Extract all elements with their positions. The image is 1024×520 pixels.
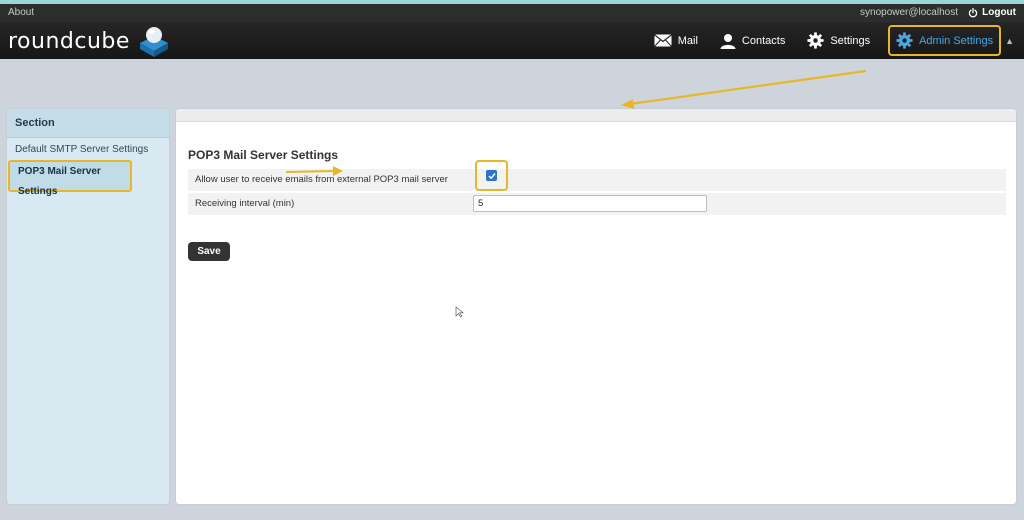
nav-settings-label: Settings	[830, 34, 871, 47]
panel-header-strip	[176, 109, 1016, 122]
nav-admin-settings[interactable]: Admin Settings	[888, 25, 1002, 56]
nav-settings[interactable]: Settings	[803, 22, 874, 59]
nav-contacts[interactable]: Contacts	[716, 22, 789, 59]
main-nav: Mail Contacts Settings Admin Settings ▲	[636, 22, 1014, 59]
about-link[interactable]: About	[8, 7, 34, 18]
nav-caret-icon[interactable]: ▲	[1005, 36, 1014, 46]
logout-button[interactable]: Logout	[968, 7, 1016, 18]
mail-icon	[653, 34, 672, 47]
allow-pop3-row: Allow user to receive emails from extern…	[188, 160, 1006, 191]
annotation-arrow-long	[629, 69, 867, 106]
settings-panel: POP3 Mail Server Settings Allow user to …	[176, 109, 1016, 504]
allow-pop3-label: Allow user to receive emails from extern…	[195, 174, 448, 185]
contacts-icon	[720, 33, 736, 49]
roundcube-logo[interactable]: roundcube	[8, 27, 172, 57]
sidebar-item-pop3[interactable]: POP3 Mail Server Settings	[8, 160, 132, 197]
logout-label: Logout	[982, 7, 1016, 18]
cube-logo-icon	[139, 27, 168, 57]
interval-row: Receiving interval (min)	[188, 193, 1006, 215]
checkmark-icon	[488, 172, 496, 179]
user-email: synopower@localhost	[860, 7, 958, 18]
page-title: POP3 Mail Server Settings	[188, 148, 339, 162]
app-header: roundcube Mail Contacts Settings Admin S…	[0, 22, 1024, 59]
sidebar-item-default-smtp[interactable]: Default SMTP Server Settings	[7, 140, 169, 160]
gear-icon	[807, 32, 824, 49]
annotation-arrowhead-long	[621, 99, 634, 109]
nav-mail-label: Mail	[677, 34, 698, 47]
interval-label: Receiving interval (min)	[195, 198, 295, 209]
top-bar: About synopower@localhost Logout	[0, 4, 1024, 22]
power-icon	[968, 7, 978, 17]
interval-input[interactable]	[473, 195, 707, 212]
nav-mail[interactable]: Mail	[650, 22, 702, 59]
logo-text: roundcube	[8, 28, 130, 54]
checkbox-highlight	[475, 160, 508, 191]
save-button[interactable]: Save	[188, 242, 230, 261]
allow-pop3-checkbox[interactable]	[486, 170, 497, 181]
admin-gear-icon	[896, 32, 913, 49]
nav-admin-settings-label: Admin Settings	[919, 34, 994, 47]
section-sidebar: Section Default SMTP Server Settings POP…	[7, 109, 169, 504]
sidebar-heading: Section	[7, 109, 169, 138]
nav-contacts-label: Contacts	[741, 34, 786, 47]
